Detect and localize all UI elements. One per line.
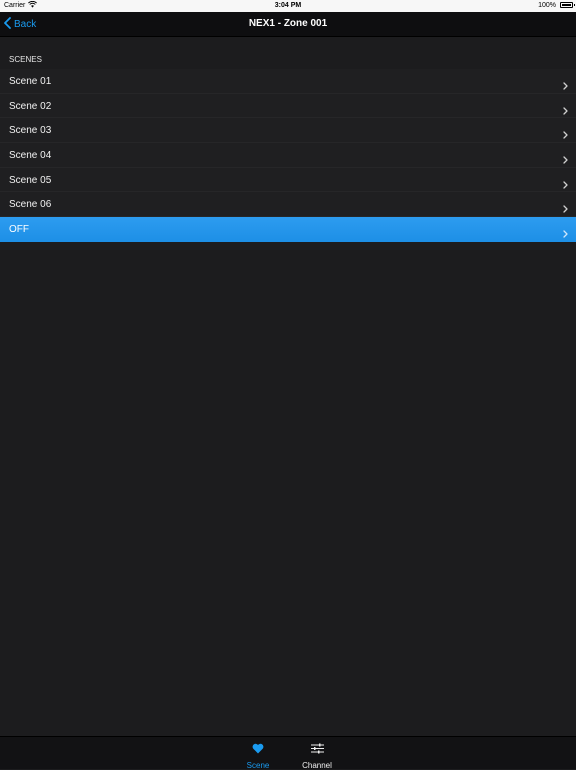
scene-row-label: Scene 02 [9,100,52,112]
scene-row[interactable]: Scene 04 [0,143,576,168]
battery-icon [560,2,575,8]
chevron-right-icon [563,151,568,169]
tab-channel-label: Channel [302,761,332,770]
scene-row-label: OFF [9,224,29,236]
heart-icon [252,741,264,758]
scene-row[interactable]: Scene 05 [0,167,576,194]
chevron-right-icon [563,102,568,120]
scene-row[interactable]: OFF [0,217,576,242]
scene-row-label: Scene 01 [9,76,52,87]
tab-bar: Scene Channel [0,736,576,770]
scene-row-label: Scene 05 [9,174,52,186]
scene-row-label: Scene 04 [9,150,52,162]
scene-list: Scene 01 Scene 02 Scene 03 Scene 04 Scene 05… [0,69,576,242]
scene-row-label: Scene 03 [9,125,52,137]
navigation-bar: Back NEX1 - Zone 001 [0,12,576,37]
chevron-right-icon [563,176,568,194]
chevron-right-icon [563,225,568,243]
section-header-scenes: SCENES [9,55,42,64]
chevron-right-icon [563,126,568,144]
scene-row[interactable]: Scene 06 [0,192,576,218]
chevron-right-icon [563,200,568,218]
tab-scene[interactable]: Scene [238,741,278,770]
chevron-right-icon [563,77,568,95]
scene-row-label: Scene 06 [9,199,52,211]
scene-row[interactable]: Scene 03 [0,118,576,144]
page-title: NEX1 - Zone 001 [248,18,328,29]
sliders-icon [310,741,324,758]
scene-row[interactable]: Scene 01 [0,69,576,94]
scene-row[interactable]: Scene 02 [0,93,576,120]
tab-scene-label: Scene [246,761,270,770]
status-bar: Carrier 3:04 PM 100% [0,0,576,12]
tab-channel[interactable]: Channel [297,741,337,770]
battery-percent: 100% [538,2,556,9]
status-time: 3:04 PM [274,2,302,9]
